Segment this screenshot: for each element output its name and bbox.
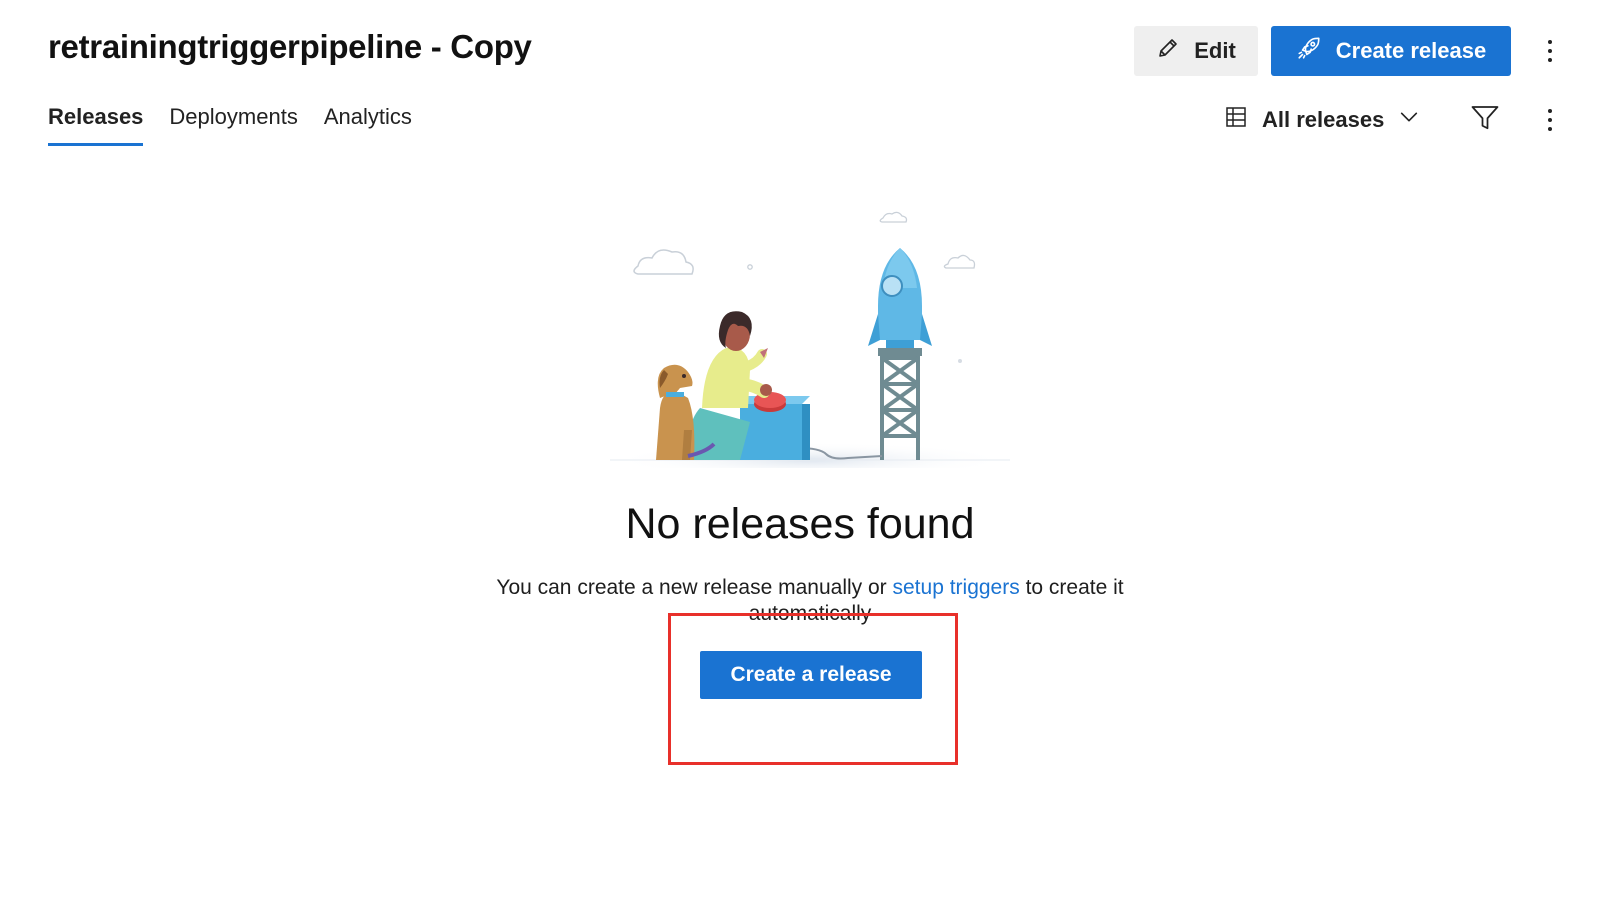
highlight-annotation-box xyxy=(668,613,958,765)
pencil-icon xyxy=(1156,36,1180,66)
filter-icon[interactable] xyxy=(1470,102,1504,138)
empty-state-illustration xyxy=(600,208,1020,478)
table-icon xyxy=(1224,105,1248,135)
tab-releases[interactable]: Releases xyxy=(48,104,144,146)
create-release-button[interactable]: Create release xyxy=(1271,26,1511,76)
more-vertical-icon[interactable] xyxy=(1538,100,1562,140)
edit-button[interactable]: Edit xyxy=(1134,26,1258,76)
rocket-icon xyxy=(1296,35,1322,67)
empty-state-text-before: You can create a new release manually or xyxy=(496,576,893,599)
tab-bar: Releases Deployments Analytics xyxy=(48,104,412,146)
tab-deployments[interactable]: Deployments xyxy=(169,104,297,144)
chevron-down-icon xyxy=(1398,106,1420,134)
page-title: retrainingtriggerpipeline - Copy xyxy=(48,28,532,65)
empty-state-title: No releases found xyxy=(625,500,975,548)
create-release-button-label: Create release xyxy=(1335,38,1487,63)
setup-triggers-link[interactable]: setup triggers xyxy=(893,576,1020,599)
more-vertical-icon[interactable] xyxy=(1538,31,1562,71)
release-pipeline-page: retrainingtriggerpipeline - Copy Edit Cr… xyxy=(0,0,1600,910)
view-selector-label: All releases xyxy=(1262,107,1385,132)
tab-analytics[interactable]: Analytics xyxy=(324,104,412,144)
edit-button-label: Edit xyxy=(1194,38,1236,63)
view-selector[interactable]: All releases xyxy=(1224,102,1420,138)
